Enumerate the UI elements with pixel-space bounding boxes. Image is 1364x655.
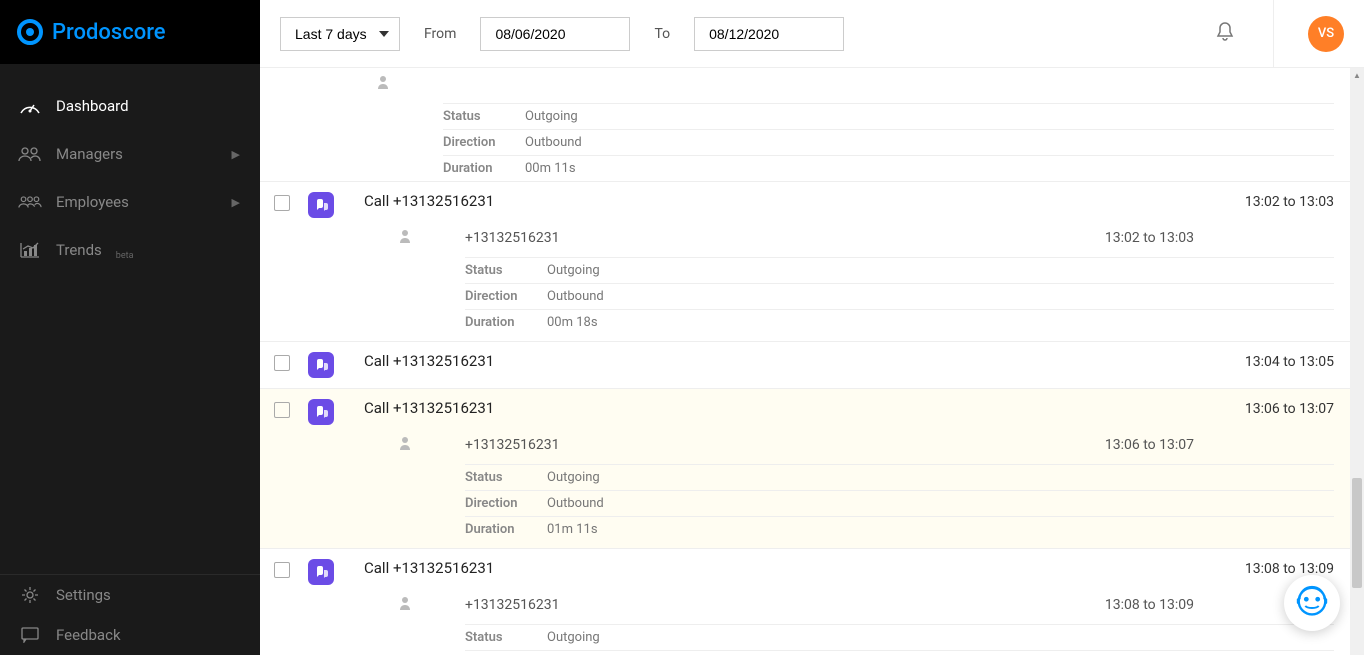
beta-badge: beta [116, 251, 134, 261]
logo-icon [16, 18, 44, 46]
call-checkbox[interactable] [274, 195, 290, 211]
scrollbar[interactable]: ▲ [1350, 68, 1364, 655]
call-entry[interactable]: Call +13132516231 13:06 to 13:07 +131325… [260, 388, 1364, 548]
sidebar-bottom: Settings Feedback [0, 574, 260, 655]
main: Last 7 days From To VS StatusOu [260, 0, 1364, 655]
call-time-range: 13:08 to 13:09 [1245, 561, 1334, 577]
call-title: Call +13132516231 [364, 192, 1245, 210]
call-detail: +13132516231 13:06 to 13:07 StatusOutgoi… [364, 429, 1334, 542]
call-entry-partial: StatusOutgoing DirectionOutbound Duratio… [260, 68, 1364, 181]
avatar[interactable]: VS [1308, 16, 1344, 52]
call-title: Call +13132516231 [364, 559, 1245, 577]
sidebar-item-label: Settings [56, 586, 111, 604]
detail-key: Status [443, 109, 525, 124]
call-title: Call +13132516231 [364, 352, 1245, 370]
call-type-icon [308, 399, 334, 425]
chart-icon [18, 240, 42, 260]
detail-time: 13:02 to 13:03 [1105, 230, 1334, 246]
scrollbar-thumb[interactable] [1352, 478, 1362, 588]
detail-val: 00m 18s [547, 315, 598, 330]
from-label: From [424, 26, 456, 42]
sidebar-item-feedback[interactable]: Feedback [0, 615, 260, 655]
call-entry[interactable]: Call +13132516231 13:08 to 13:09 +131325… [260, 548, 1364, 655]
sidebar-item-employees[interactable]: Employees ▶ [0, 178, 260, 226]
detail-val: 01m 11s [547, 522, 598, 537]
detail-key: Duration [443, 161, 525, 176]
detail-key: Direction [443, 135, 525, 150]
call-detail: +13132516231 13:02 to 13:03 StatusOutgoi… [364, 222, 1334, 335]
logo[interactable]: Prodoscore [0, 0, 260, 64]
sidebar-item-trends[interactable]: Trends beta [0, 226, 260, 274]
sidebar-item-dashboard[interactable]: Dashboard [0, 82, 260, 130]
detail-val: Outbound [547, 289, 604, 304]
detail-key: Duration [465, 315, 547, 330]
sidebar-item-settings[interactable]: Settings [0, 575, 260, 615]
detail-key: Direction [465, 289, 547, 304]
content: StatusOutgoing DirectionOutbound Duratio… [260, 68, 1364, 655]
gauge-icon [18, 96, 42, 116]
feedback-icon [18, 625, 42, 645]
bell-icon[interactable] [1211, 17, 1239, 51]
sidebar-item-label: Feedback [56, 626, 121, 644]
detail-val: 00m 11s [525, 161, 576, 176]
gear-icon [18, 585, 42, 605]
detail-phone: +13132516231 [465, 437, 1105, 453]
call-entry[interactable]: Call +13132516231 13:02 to 13:03 +131325… [260, 181, 1364, 341]
scroll-up-icon[interactable]: ▲ [1350, 68, 1364, 82]
call-time-range: 13:06 to 13:07 [1245, 401, 1334, 417]
call-type-icon [308, 352, 334, 378]
detail-key: Duration [465, 522, 547, 537]
sidebar-item-label: Managers [56, 145, 123, 163]
call-checkbox[interactable] [274, 402, 290, 418]
call-title: Call +13132516231 [364, 399, 1245, 417]
call-type-icon [308, 192, 334, 218]
call-time-range: 13:02 to 13:03 [1245, 194, 1334, 210]
chat-help-button[interactable] [1284, 575, 1340, 631]
logo-text: Prodoscore [52, 20, 166, 45]
person-icon [399, 435, 411, 454]
detail-phone: +13132516231 [465, 230, 1105, 246]
from-date-input[interactable] [480, 17, 630, 51]
people-group-icon [18, 192, 42, 212]
chevron-right-icon: ▶ [232, 196, 240, 209]
sidebar-item-label: Employees [56, 193, 129, 211]
to-date-input[interactable] [694, 17, 844, 51]
call-time-range: 13:04 to 13:05 [1245, 354, 1334, 370]
detail-val: Outbound [547, 496, 604, 511]
person-icon [399, 228, 411, 247]
detail-phone: +13132516231 [465, 597, 1105, 613]
sidebar: Prodoscore Dashboard Managers ▶ Employee… [0, 0, 260, 655]
call-checkbox[interactable] [274, 355, 290, 371]
person-icon [399, 595, 411, 614]
date-range-select[interactable]: Last 7 days [280, 17, 400, 51]
detail-key: Status [465, 470, 547, 485]
call-entry[interactable]: Call +13132516231 13:04 to 13:05 [260, 341, 1364, 388]
chevron-right-icon: ▶ [232, 148, 240, 161]
detail-val: Outgoing [547, 630, 600, 645]
detail-time: 13:06 to 13:07 [1105, 437, 1334, 453]
detail-key: Direction [465, 496, 547, 511]
scroll-area[interactable]: StatusOutgoing DirectionOutbound Duratio… [260, 68, 1364, 655]
people-icon [18, 144, 42, 164]
detail-key: Status [465, 263, 547, 278]
detail-val: Outgoing [525, 109, 578, 124]
call-type-icon [308, 559, 334, 585]
detail-val: Outgoing [547, 470, 600, 485]
detail-val: Outgoing [547, 263, 600, 278]
call-detail: +13132516231 13:08 to 13:09 StatusOutgoi… [364, 589, 1334, 655]
person-icon [377, 74, 389, 93]
call-list: StatusOutgoing DirectionOutbound Duratio… [260, 68, 1364, 655]
nav: Dashboard Managers ▶ Employees ▶ Trends … [0, 64, 260, 574]
topbar: Last 7 days From To VS [260, 0, 1364, 68]
detail-key: Status [465, 630, 547, 645]
sidebar-item-label: Trends [56, 241, 102, 259]
sidebar-item-managers[interactable]: Managers ▶ [0, 130, 260, 178]
to-label: To [654, 26, 670, 42]
sidebar-item-label: Dashboard [56, 97, 129, 115]
call-checkbox[interactable] [274, 562, 290, 578]
detail-val: Outbound [525, 135, 582, 150]
